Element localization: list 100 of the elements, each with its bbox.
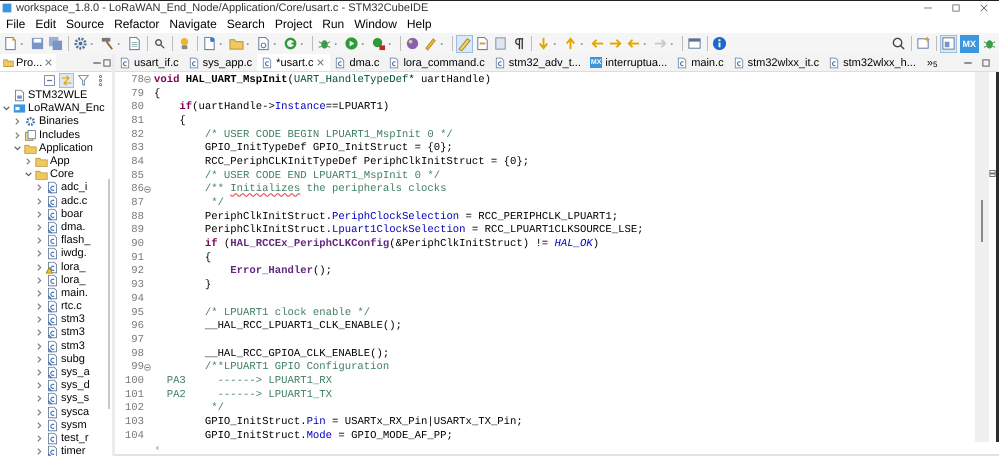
tree-item[interactable]: sys_d — [61, 379, 90, 392]
editor-tab[interactable]: lora_command.c — [384, 54, 490, 71]
editor-tab[interactable]: *usart.c — [257, 54, 330, 71]
editor-tab[interactable]: main.c — [672, 54, 729, 71]
tree-item[interactable]: iwdg. — [61, 247, 87, 260]
chevron-right-icon[interactable] — [35, 302, 44, 312]
chevron-right-icon[interactable] — [35, 196, 44, 206]
tree-item[interactable]: Core — [50, 168, 74, 182]
tree-item[interactable]: stm3 — [61, 313, 85, 326]
play-button[interactable] — [343, 34, 360, 52]
chevron-right-icon[interactable] — [35, 262, 44, 272]
tree-item[interactable]: main. — [61, 286, 88, 300]
menu-item[interactable]: Search — [222, 16, 270, 32]
chevron-right-icon[interactable] — [35, 288, 44, 298]
tree-item[interactable]: sys_a — [61, 366, 90, 380]
editor-tab[interactable]: usart_if.c — [115, 54, 184, 71]
menu-item[interactable]: Run — [317, 16, 350, 32]
tree-item[interactable]: Binaries — [39, 115, 79, 128]
tree-item[interactable]: Includes — [39, 128, 80, 142]
tree-item[interactable]: adc_i — [61, 181, 88, 194]
chevron-right-icon[interactable] — [35, 249, 44, 258]
close-icon[interactable] — [979, 3, 989, 13]
search-button[interactable] — [890, 34, 906, 52]
maximize-icon[interactable] — [981, 58, 991, 68]
chevron-right-icon[interactable] — [13, 117, 22, 126]
editor-tab[interactable]: stm32wlxx_it.c — [728, 54, 824, 71]
chevron-right-icon[interactable] — [35, 434, 44, 443]
chevron-right-icon[interactable] — [35, 447, 44, 456]
overview-ruler-icon[interactable] — [989, 169, 996, 178]
menu-item[interactable]: File — [1, 16, 30, 32]
chevron-right-icon[interactable] — [35, 210, 44, 219]
window-button[interactable] — [940, 34, 956, 52]
tree-item[interactable]: lora_ — [61, 260, 86, 274]
tree-item[interactable]: flash_ — [61, 234, 90, 248]
scrollbar[interactable] — [975, 72, 989, 442]
chevron-right-icon[interactable] — [35, 342, 44, 351]
gear-button[interactable] — [72, 34, 89, 52]
pen-button[interactable] — [456, 34, 473, 52]
chevron-right-icon[interactable] — [35, 368, 44, 378]
collapse-all-button[interactable] — [42, 73, 57, 88]
tree-item[interactable]: Application — [39, 142, 93, 155]
menu-item[interactable]: Window — [349, 16, 402, 32]
tree-item[interactable]: STM32WLE — [28, 89, 88, 102]
filter-button[interactable] — [76, 73, 91, 88]
line-number: 99 — [131, 361, 144, 374]
chevron-right-icon[interactable] — [35, 420, 44, 430]
chevron-right-icon[interactable] — [35, 408, 44, 417]
tab-overflow-button[interactable]: »$_{5}$ — [920, 56, 938, 68]
disks-button[interactable] — [47, 34, 64, 52]
chevron-right-icon[interactable] — [35, 183, 44, 192]
menu-item[interactable]: Refactor — [109, 16, 164, 32]
tree-item[interactable]: test_r — [61, 432, 89, 445]
close-icon[interactable] — [44, 58, 54, 67]
c-file-icon — [119, 56, 131, 68]
tree-item[interactable]: boar — [61, 208, 84, 221]
close-icon[interactable] — [316, 58, 326, 67]
tree-item[interactable]: subg — [61, 352, 85, 366]
tree-item[interactable]: sysca — [61, 406, 90, 419]
maximize-icon[interactable] — [102, 58, 112, 68]
code-line: PeriphClkInitStruct.PeriphClockSelection = RCC_PERIPHCLK_LPUART1; — [204, 210, 618, 223]
tree-item[interactable]: rtc.c — [61, 300, 82, 314]
editor-tab[interactable]: dma.c — [330, 54, 384, 71]
chevron-down-icon[interactable] — [13, 144, 22, 153]
chevron-right-icon[interactable] — [35, 315, 44, 324]
circle-arrow-button[interactable] — [282, 34, 299, 52]
menu-item[interactable]: Source — [61, 16, 110, 32]
chevron-right-icon[interactable] — [13, 130, 22, 140]
fold-icon[interactable] — [144, 76, 151, 84]
tree-item[interactable]: adc.c — [61, 194, 88, 208]
scrollbar-thumb[interactable] — [108, 179, 110, 409]
menu-item[interactable]: Navigate — [164, 16, 222, 32]
panel-tab[interactable]: Pro... — [0, 54, 56, 71]
chevron-right-icon[interactable] — [35, 236, 44, 246]
chevron-right-icon[interactable] — [35, 354, 44, 364]
fold-icon[interactable] — [144, 364, 151, 371]
menu-item[interactable]: Project — [270, 16, 318, 32]
menu-item[interactable]: Help — [402, 16, 437, 32]
menu-item[interactable]: Edit — [30, 16, 62, 32]
tree-item[interactable]: dma. — [61, 220, 86, 234]
chevron-right-icon[interactable] — [35, 394, 44, 404]
tree-item[interactable]: sysm — [61, 418, 87, 432]
editor-tab[interactable]: sys_app.c — [184, 54, 258, 71]
chevron-right-icon[interactable] — [35, 381, 44, 390]
tree-item[interactable]: stm3 — [61, 340, 85, 353]
tree-item[interactable]: App — [50, 155, 70, 168]
info-button[interactable] — [711, 34, 728, 52]
chevron-right-icon[interactable] — [35, 328, 44, 338]
tree-item[interactable]: lora_ — [61, 274, 86, 287]
tree-item[interactable]: stm3 — [61, 326, 85, 340]
maximize-icon[interactable] — [951, 3, 961, 13]
chevron-right-icon[interactable] — [35, 222, 44, 232]
editor-tab[interactable]: stm32_adv_t... — [490, 54, 586, 71]
tree-item[interactable]: LoRaWAN_Enc — [28, 102, 105, 116]
chevron-right-icon[interactable] — [24, 157, 33, 166]
tree-item[interactable]: timer — [61, 445, 86, 456]
chevron-right-icon[interactable] — [35, 276, 44, 285]
scrollbar-thumb[interactable] — [981, 200, 983, 242]
editor-tab[interactable]: stm32wlxx_h... — [824, 54, 921, 71]
tree-item[interactable]: sys_s — [61, 392, 90, 406]
fold-icon[interactable] — [144, 186, 151, 193]
